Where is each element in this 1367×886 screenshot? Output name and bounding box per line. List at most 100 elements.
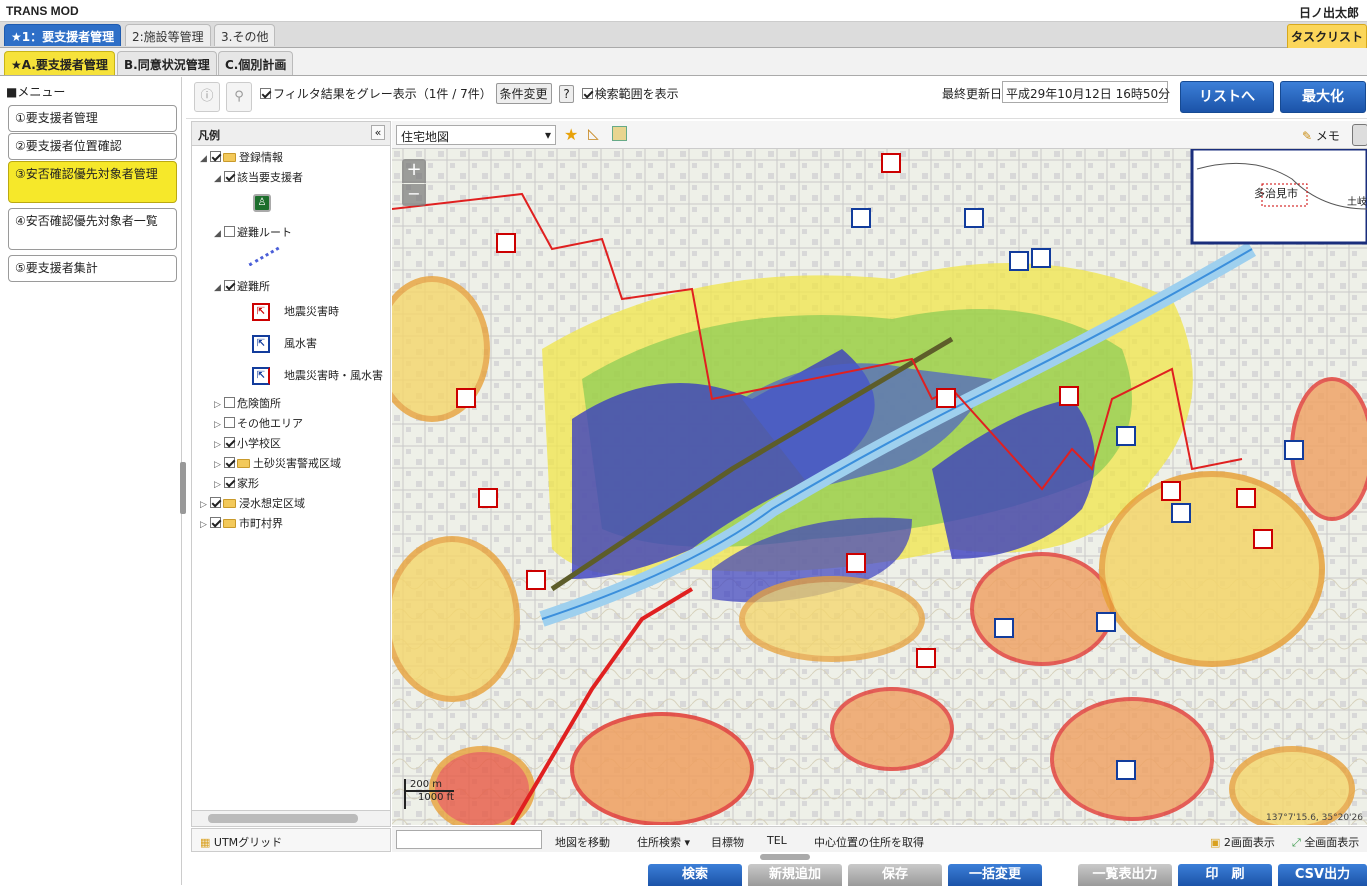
fullscreen-label: 全画面表示 xyxy=(1304,836,1360,849)
map-image-icon[interactable] xyxy=(612,126,627,141)
grid-icon: ▦ xyxy=(200,836,211,849)
folder-icon xyxy=(237,459,250,468)
map-toolbar: 住宅地図 ▾ ★ ◺ ✎ メモ xyxy=(392,121,1367,149)
municipal-checkbox[interactable] xyxy=(210,517,221,528)
subtab-support-management[interactable]: ★A.要支援者管理 xyxy=(4,51,115,75)
legend-danger: 危険箇所 xyxy=(237,397,281,410)
add-button[interactable]: 新規追加 xyxy=(748,864,842,886)
toolbar: ⓘ ⚲ フィルタ結果をグレー表示（1件 / 7件） 条件変更 ? 検索範囲を表示… xyxy=(186,77,1367,119)
legend-registration: 登録情報 xyxy=(239,151,283,164)
legend-collapse-button[interactable]: « xyxy=(371,125,385,140)
folder-icon xyxy=(223,153,236,162)
tel-link[interactable]: TEL xyxy=(767,834,787,847)
export-list-button[interactable]: 一覧表出力 xyxy=(1078,864,1172,886)
menu-title: ■メニュー xyxy=(6,85,66,99)
registration-checkbox[interactable] xyxy=(210,151,221,162)
csv-button[interactable]: CSV出力 xyxy=(1278,864,1367,886)
legend-shelter-quake: 地震災害時 xyxy=(284,305,339,318)
legend-header: 凡例 « xyxy=(192,122,390,146)
folder-icon xyxy=(223,519,236,528)
subtab-consent-status[interactable]: B.同意状況管理 xyxy=(117,51,217,75)
legend-school: 小学校区 xyxy=(237,437,281,450)
map-coordinates: 137°7'15.6, 35°20'26 xyxy=(1266,813,1363,823)
menu-item-support-summary[interactable]: ⑤要支援者集計 xyxy=(8,255,177,282)
address-input[interactable] xyxy=(396,830,542,849)
two-screen-button[interactable]: ▣ 2画面表示 xyxy=(1210,834,1275,850)
search-button[interactable]: 検索 xyxy=(648,864,742,886)
subtab-individual-plan[interactable]: C.個別計画 xyxy=(218,51,294,75)
filter-gray-option: フィルタ結果をグレー表示（1件 / 7件） 条件変更 ? 検索範囲を表示 xyxy=(260,83,679,104)
other-area-checkbox[interactable] xyxy=(224,417,235,428)
shelter-checkbox[interactable] xyxy=(224,280,235,291)
filter-gray-checkbox[interactable] xyxy=(260,88,271,99)
landmark-link[interactable]: 目標物 xyxy=(711,834,744,850)
condition-change-button[interactable]: 条件変更 xyxy=(495,83,552,104)
memo-button[interactable]: ✎ メモ xyxy=(1302,127,1340,144)
bottom-splitter-handle[interactable] xyxy=(760,854,810,860)
legend-landslide: 土砂災害警戒区域 xyxy=(253,457,341,470)
shelter-flood-icon: ⇱ xyxy=(252,335,270,353)
address-search-dropdown[interactable]: 住所検索 ▾ xyxy=(637,834,690,850)
scale-feet: 1000 ft xyxy=(418,792,454,803)
target-person-checkbox[interactable] xyxy=(224,171,235,182)
chevron-down-icon: ▾ xyxy=(544,128,551,142)
flood-area-checkbox[interactable] xyxy=(210,497,221,508)
sidebar: ■メニュー ①要支援者管理 ②要支援者位置確認 ③安否確認優先対象者管理 ④安否… xyxy=(0,77,182,885)
zoom-in-button[interactable]: + xyxy=(402,159,426,183)
legend-shelter-flood: 風水害 xyxy=(284,337,317,350)
search-range-checkbox[interactable] xyxy=(581,88,593,99)
move-map-link[interactable]: 地図を移動 xyxy=(555,834,610,850)
fullscreen-button[interactable]: ⤢ 全画面表示 xyxy=(1292,834,1359,850)
terrain-checkbox[interactable] xyxy=(224,477,235,488)
print-button[interactable]: 印 刷 xyxy=(1178,864,1272,886)
search-range-label: 検索範囲を表示 xyxy=(594,87,679,101)
map-bottom-bar: 地図を移動 住所検索 ▾ 目標物 TEL 中心位置の住所を取得 ▣ 2画面表示 … xyxy=(392,826,1367,852)
menu-item-support-management[interactable]: ①要支援者管理 xyxy=(8,105,177,132)
menu-item-safety-priority-list[interactable]: ④安否確認優先対象者一覧 xyxy=(8,208,177,250)
menu-item-safety-priority-management[interactable]: ③安否確認優先対象者管理 xyxy=(8,161,177,203)
evac-route-checkbox[interactable] xyxy=(224,226,235,237)
memo-icon: ✎ xyxy=(1302,129,1313,143)
memo-label: メモ xyxy=(1315,129,1340,143)
last-updated-value: 平成29年10月12日 16時50分 xyxy=(1002,81,1170,103)
link-icon[interactable]: ⚲ xyxy=(226,82,252,112)
landslide-checkbox[interactable] xyxy=(224,457,235,468)
menu-item-position-check[interactable]: ②要支援者位置確認 xyxy=(8,133,177,160)
two-screen-label: 2画面表示 xyxy=(1223,836,1275,849)
legend-municipal: 市町村界 xyxy=(239,517,283,530)
map-canvas[interactable]: 多治見市 土岐 + − 200 m 1000 ft 137°7'15.6, 35… xyxy=(392,149,1367,825)
shelter-both-icon: ⇱ xyxy=(252,367,270,385)
star-icon[interactable]: ★ xyxy=(564,125,578,144)
shelter-quake-icon: ⇱ xyxy=(252,303,270,321)
help-button[interactable]: ? xyxy=(559,85,574,103)
title-bar: TRANS MOD 日ノ出太郎 xyxy=(0,0,1367,22)
ruler-icon[interactable]: ◺ xyxy=(588,126,599,142)
tab-facility-management[interactable]: 2:施設等管理 xyxy=(125,24,211,46)
user-name: 日ノ出太郎 xyxy=(1298,6,1359,20)
to-list-button[interactable]: リストへ xyxy=(1180,81,1274,113)
tasklist-button[interactable]: タスクリスト xyxy=(1287,24,1367,50)
tab-other[interactable]: 3.その他 xyxy=(214,24,276,46)
save-button[interactable]: 保存 xyxy=(848,864,942,886)
bulk-change-button[interactable]: 一括変更 xyxy=(948,864,1042,886)
legend-panel: 凡例 « ◢ 登録情報 ◢ 該当要支援者 ♙ ◢ 避難ルート ◢ 避難所 ⇱ 地震災害時 … xyxy=(191,121,391,827)
legend-terrain: 家形 xyxy=(237,477,259,490)
map-settings-icon[interactable] xyxy=(1352,124,1367,146)
danger-checkbox[interactable] xyxy=(224,397,235,408)
scrollbar-thumb[interactable] xyxy=(208,814,358,823)
center-address-link[interactable]: 中心位置の住所を取得 xyxy=(814,834,924,850)
legend-evac-route: 避難ルート xyxy=(237,226,292,239)
legend-title: 凡例 xyxy=(198,129,220,142)
map-layer-select[interactable]: 住宅地図 ▾ xyxy=(396,125,556,145)
utm-grid-toggle[interactable]: ▦ UTMグリッド xyxy=(191,828,391,852)
map-layer-value: 住宅地図 xyxy=(401,130,450,144)
info-icon[interactable]: ⓘ xyxy=(194,82,220,112)
map-svg xyxy=(392,149,1367,825)
tab-support-management[interactable]: ★1：要支援者管理 xyxy=(4,24,122,46)
zoom-out-button[interactable]: − xyxy=(402,184,426,206)
school-checkbox[interactable] xyxy=(224,437,235,448)
splitter-handle[interactable] xyxy=(180,462,186,514)
scale-meters: 200 m xyxy=(406,779,454,792)
legend-scrollbar[interactable] xyxy=(192,810,390,826)
maximize-button[interactable]: 最大化 xyxy=(1280,81,1366,113)
